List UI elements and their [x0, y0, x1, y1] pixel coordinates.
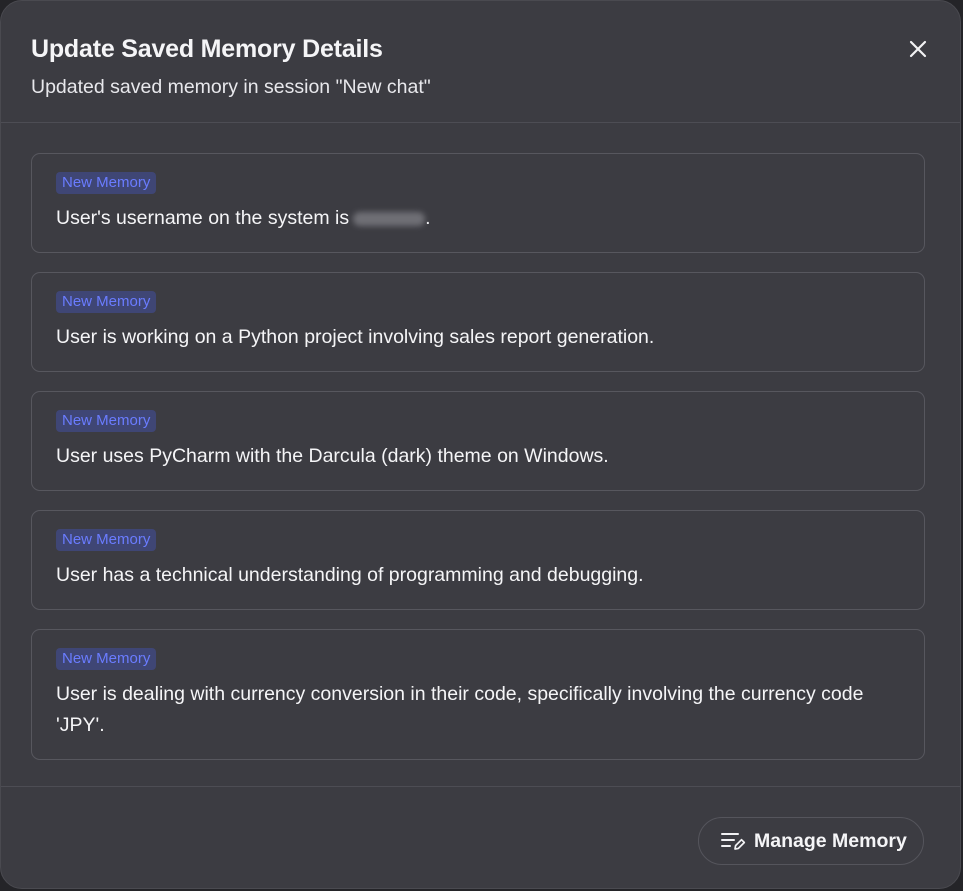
new-memory-badge: New Memory: [56, 291, 157, 313]
memory-text: User has a technical understanding of pr…: [56, 564, 644, 586]
redacted-username: [353, 211, 426, 226]
memory-text: User is working on a Python project invo…: [56, 326, 655, 348]
new-memory-badge: New Memory: [56, 410, 157, 432]
memory-card: New Memory User's username on the system…: [31, 153, 925, 253]
memory-card: New Memory User has a technical understa…: [31, 510, 925, 610]
memory-card: New Memory User uses PyCharm with the Da…: [31, 391, 925, 491]
memory-list: New Memory User's username on the system…: [31, 153, 925, 779]
new-memory-badge: New Memory: [56, 172, 157, 194]
new-memory-badge: New Memory: [56, 529, 157, 551]
dialog-title: Update Saved Memory Details: [31, 35, 383, 63]
new-memory-badge: New Memory: [56, 648, 157, 670]
manage-memory-label: Manage Memory: [754, 829, 907, 852]
update-memory-dialog: Update Saved Memory Details Updated save…: [0, 0, 961, 889]
memory-card: New Memory User is dealing with currency…: [31, 629, 925, 760]
memory-text-content: User's username on the system is: [56, 207, 350, 229]
memory-text: User's username on the system is.: [56, 203, 900, 234]
dialog-subtitle: Updated saved memory in session "New cha…: [31, 76, 431, 98]
memory-text-suffix: .: [425, 207, 431, 229]
memory-text: User is dealing with currency conversion…: [56, 683, 864, 736]
memory-card: New Memory User is working on a Python p…: [31, 272, 925, 372]
close-button[interactable]: [903, 34, 933, 64]
dialog-footer: Manage Memory: [1, 786, 960, 888]
memory-text: User uses PyCharm with the Darcula (dark…: [56, 445, 609, 467]
manage-memory-button[interactable]: Manage Memory: [698, 817, 924, 865]
dialog-header: Update Saved Memory Details Updated save…: [1, 1, 960, 123]
close-icon: [909, 40, 927, 58]
list-edit-icon: [721, 833, 746, 850]
